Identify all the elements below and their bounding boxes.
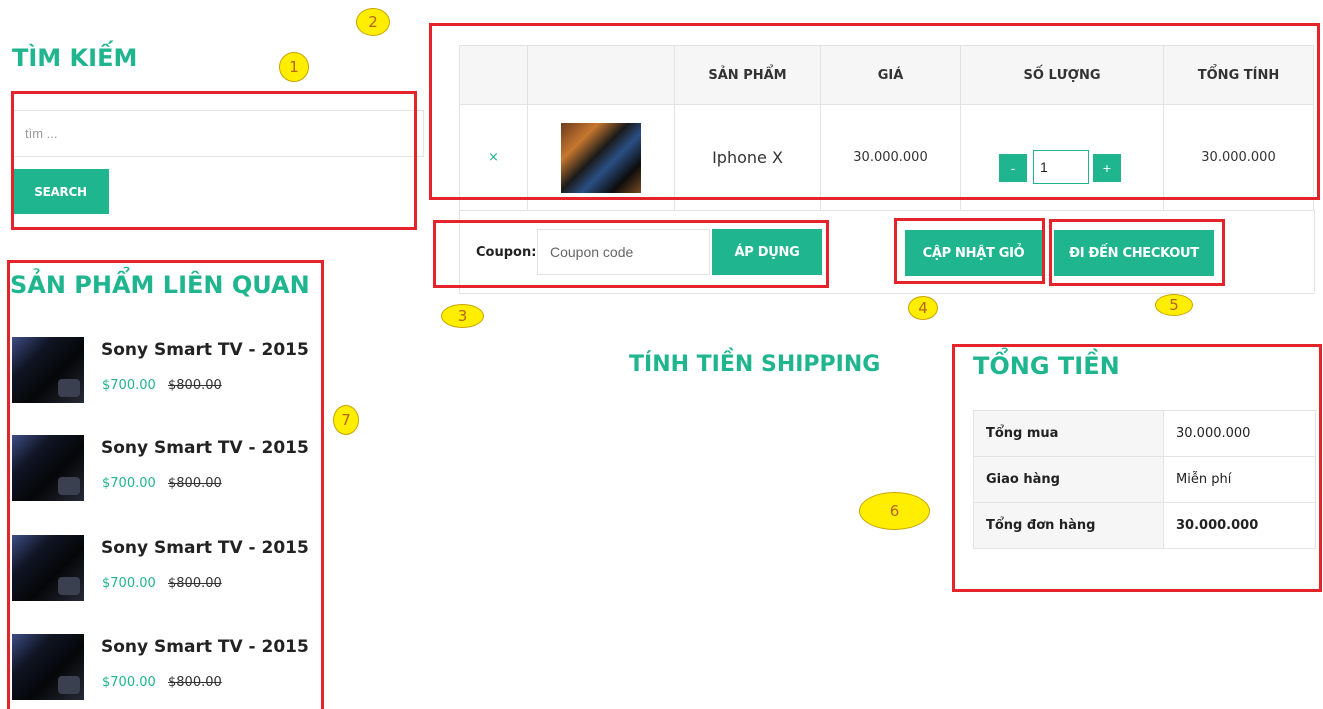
annotation-marker-5: 5 bbox=[1155, 294, 1193, 316]
annotation-marker-7: 7 bbox=[333, 405, 359, 435]
annotation-marker-3: 3 bbox=[441, 304, 484, 328]
annotation-box-update bbox=[894, 218, 1045, 284]
annotation-marker-4: 4 bbox=[908, 296, 938, 320]
shipping-title: TÍNH TIỀN SHIPPING bbox=[629, 352, 881, 377]
annotation-box-search bbox=[11, 91, 417, 230]
annotation-marker-2: 2 bbox=[356, 8, 390, 36]
annotation-box-coupon bbox=[433, 220, 829, 288]
annotation-marker-1: 1 bbox=[279, 52, 309, 82]
annotation-box-cart-table bbox=[429, 23, 1320, 200]
annotation-box-related bbox=[7, 260, 324, 709]
annotation-box-checkout bbox=[1049, 219, 1225, 286]
annotation-marker-6: 6 bbox=[859, 492, 930, 530]
annotation-box-totals bbox=[952, 344, 1322, 592]
search-title: TÌM KIẾM bbox=[12, 44, 138, 72]
